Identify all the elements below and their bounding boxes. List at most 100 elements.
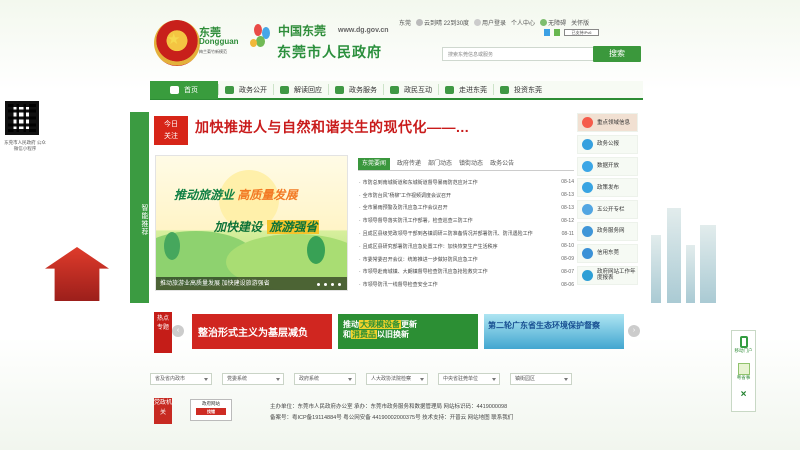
tree-decoration <box>307 236 325 264</box>
government-bulletin-link[interactable]: 政务公报 <box>577 134 638 154</box>
china-dongguan-brand: 中国东莞 <box>278 24 327 38</box>
list-item[interactable]: 全市暴雨预警及防汛应急工作会议召开 08-13 <box>359 202 574 215</box>
policy-release-link[interactable]: 政策发布 <box>577 178 638 198</box>
nav-services[interactable]: 政务服务 <box>329 81 383 99</box>
banner-title-line1: 推动旅游业 高质量发展 <box>174 186 297 203</box>
site-badges: 已支持IPv6 <box>544 29 599 36</box>
login-link[interactable]: 用户登录 <box>474 18 506 27</box>
mobile-portal-label[interactable]: 移动门户 <box>732 348 755 354</box>
list-item[interactable]: 且成区县级党政领导干部到各镇调研三防准备情况并部署防汛、防汛遇险工作 08-11 <box>359 227 574 240</box>
topic-card-environmental-inspection[interactable]: 第二轮广东省生态环境保护督察 <box>484 314 624 349</box>
badge-title: 政府网站 <box>202 401 220 406</box>
link-select-province[interactable]: 省及省内政市 <box>150 373 212 385</box>
current-city[interactable]: 东莞 <box>399 18 411 27</box>
news-title[interactable]: 市委常委召开会议：统筹推进一步做好防风应急工作 <box>359 256 544 263</box>
service-portal-link[interactable]: 政务服务网 <box>577 221 638 241</box>
list-item[interactable]: 市领导督导落实防汛工作部署，检查巡查三防工作 08-12 <box>359 214 574 227</box>
link-select-government[interactable]: 政府系统 <box>294 373 356 385</box>
list-item[interactable]: 市领导赴南城镇、大朗镇督导检查防汛应急抢险救灾工作 08-07 <box>359 266 574 279</box>
next-topic-button[interactable]: › <box>628 325 640 337</box>
key-info-link[interactable]: 重点领域信息 <box>577 113 638 132</box>
carousel-dot[interactable] <box>338 283 341 286</box>
document-icon <box>582 138 593 150</box>
service-label: 政务公报 <box>597 141 620 148</box>
news-title[interactable]: 市领导防汛一线督导检查安全工作 <box>359 281 544 288</box>
tab-government-delivery[interactable]: 政府传递 <box>397 158 421 170</box>
nav-home[interactable]: 首页 <box>150 81 218 99</box>
service-label: 信用东莞 <box>597 250 620 257</box>
app-icon[interactable] <box>737 363 750 375</box>
wechat-icon[interactable] <box>554 29 560 36</box>
chart-icon <box>582 182 593 194</box>
tab-dongguan-news[interactable]: 东莞要闻 <box>358 158 391 170</box>
footer-info: 主办单位：东莞市人民政府办公室 承办：东莞市政务服务和数据管理局 网站标识码：4… <box>270 402 513 424</box>
news-title[interactable]: 全市暴雨预警及防汛应急工作会议召开 <box>359 204 544 211</box>
news-date: 08-09 <box>561 256 574 263</box>
weibo-icon[interactable] <box>544 29 550 36</box>
nav-interaction[interactable]: 政民互动 <box>384 81 438 99</box>
news-title[interactable]: 且成区县研究部署防汛应急处置工作：加快恢复生产生活秩序 <box>359 243 544 250</box>
previous-topic-button[interactable]: ‹ <box>172 325 184 337</box>
flag-icon <box>445 86 454 94</box>
news-title[interactable]: 全市防台风“杨柳”工作视频调度会议召开 <box>359 192 544 199</box>
tab-department-news[interactable]: 部门动态 <box>428 158 452 170</box>
open-data-link[interactable]: 数据开放 <box>577 156 638 176</box>
smart-recommend-tab[interactable]: 智能推荐 <box>130 112 149 303</box>
annual-report-link[interactable]: 政府网站工作年度报表 <box>577 265 638 285</box>
list-item[interactable]: 市委常委召开会议：统筹推进一步做好防风应急工作 08-09 <box>359 253 574 266</box>
nav-interpretation[interactable]: 解读回应 <box>274 81 328 99</box>
carousel-dot[interactable] <box>317 283 320 286</box>
link-select-towns[interactable]: 镇街园区 <box>510 373 572 385</box>
site-error-badge[interactable]: 政府网站 找错 <box>190 399 232 421</box>
link-select-legislature[interactable]: 人大政协法院检察 <box>366 373 428 385</box>
carousel-dot[interactable] <box>324 283 327 286</box>
monitor-icon <box>225 86 234 94</box>
five-public-link[interactable]: 五公开专栏 <box>577 200 638 220</box>
app-label[interactable]: 粤省事 <box>732 375 755 381</box>
party-government-badge[interactable]: 党政机关 <box>154 398 172 424</box>
featured-banner[interactable]: 推动旅游业 高质量发展 加快建设 旅游强省 推动旅游业高质量发展 加快建设旅游强… <box>155 155 348 291</box>
tab-town-news[interactable]: 镇街动态 <box>459 158 483 170</box>
carousel-dot[interactable] <box>331 283 334 286</box>
credit-dongguan-link[interactable]: 信用东莞 <box>577 243 638 263</box>
nav-investment[interactable]: 投资东莞 <box>494 81 548 99</box>
qr-caption: 东莞市人民政府 公众微信小程序 <box>4 140 46 151</box>
news-title[interactable]: 市防总到南城街道和东城街道督导暴雨防范应对工作 <box>359 179 544 186</box>
news-title[interactable]: 市领导督导落实防汛工作部署，检查巡查三防工作 <box>359 217 544 224</box>
service-label: 重点领域信息 <box>597 119 631 126</box>
dongguan-logo: 东莞 Dongguan 梅兰菊竹新模范 <box>199 24 249 64</box>
building-decoration <box>667 208 681 303</box>
mobile-phone-icon[interactable] <box>739 336 748 348</box>
link-select-central[interactable]: 中央省驻莞单位 <box>438 373 500 385</box>
link-select-party[interactable]: 党委系统 <box>222 373 284 385</box>
wechat-qr-code[interactable] <box>5 101 39 135</box>
nav-about-dongguan[interactable]: 走进东莞 <box>439 81 493 99</box>
news-title[interactable]: 且成区县级党政领导干部到各镇调研三防准备情况并部署防汛、防汛遇险工作 <box>359 230 544 237</box>
list-item[interactable]: 市领导防汛一线督导检查安全工作 08-06 <box>359 278 574 291</box>
headline-link[interactable]: 加快推进人与自然和谐共生的现代化——... <box>195 117 469 137</box>
list-item[interactable]: 全市防台风“杨柳”工作视频调度会议召开 08-13 <box>359 189 574 202</box>
topic-card-reduce-burden[interactable]: 整治形式主义为基层减负 <box>192 314 332 349</box>
service-label: 政务服务网 <box>597 228 625 235</box>
search-button[interactable]: 搜索 <box>593 46 641 62</box>
topic-card-equipment-update[interactable]: 推动大规模设备更新 和消费品以旧换新 <box>338 314 478 349</box>
nav-government-affairs[interactable]: 政务公开 <box>219 81 273 99</box>
search-input[interactable]: 搜索东莞信息或服务 <box>442 47 600 61</box>
care-version-link[interactable]: 关怀版 <box>571 18 589 27</box>
news-list: 市防总到南城街道和东城街道督导暴雨防范应对工作 08-14 全市防台风“杨柳”工作… <box>359 176 574 291</box>
accessible-link[interactable]: 无障碍 <box>540 18 566 27</box>
accessibility-icon <box>540 19 548 27</box>
service-shortcuts: 重点领域信息 政务公报 数据开放 政策发布 五公开专栏 政务服务网 信用东莞 政… <box>577 113 638 303</box>
personal-center-link[interactable]: 个人中心 <box>511 18 535 27</box>
city-logo-en: Dongguan <box>199 37 239 46</box>
close-icon[interactable]: × <box>732 389 755 400</box>
tab-announcements[interactable]: 政务公告 <box>490 158 514 170</box>
news-tabs: 东莞要闻 政府传递 部门动态 镇街动态 政务公告 <box>358 157 574 171</box>
list-item[interactable]: 且成区县研究部署防汛应急处置工作：加快恢复生产生活秩序 08-10 <box>359 240 574 253</box>
nav-about-dongguan-label: 走进东莞 <box>459 87 487 94</box>
news-date: 08-07 <box>561 268 574 275</box>
news-title[interactable]: 市领导赴南城镇、大朗镇督导检查防汛应急抢险救灾工作 <box>359 268 544 275</box>
list-item[interactable]: 市防总到南城街道和东城街道督导暴雨防范应对工作 08-14 <box>359 176 574 189</box>
building-decoration <box>700 225 716 303</box>
nav-services-label: 政务服务 <box>349 87 377 94</box>
